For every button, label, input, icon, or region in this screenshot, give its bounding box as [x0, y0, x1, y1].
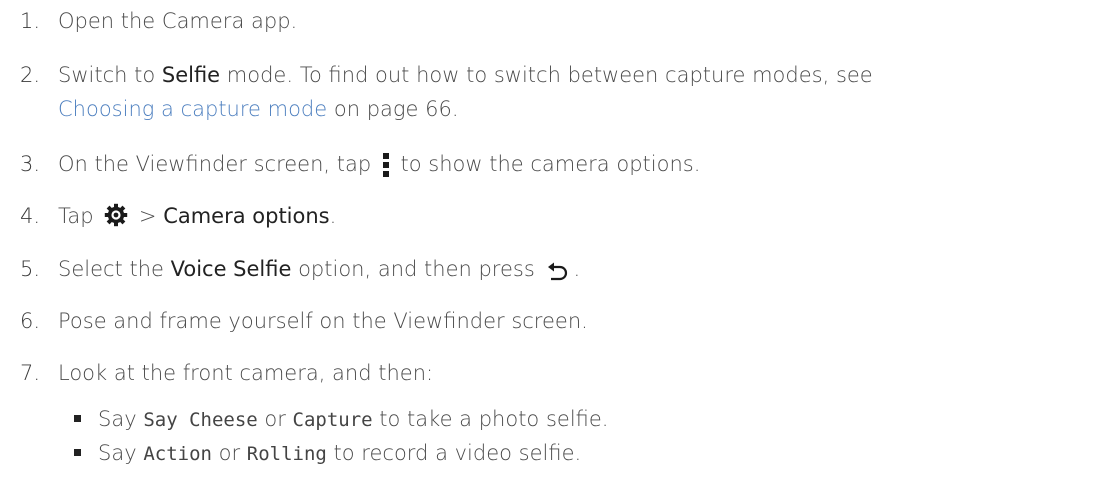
step-number: 7.	[20, 361, 41, 385]
voice-command: Action	[143, 443, 212, 465]
step-4: 4. Tap > Camera options.	[20, 199, 336, 233]
step-text: option, and then press	[291, 257, 542, 281]
step-text: Open the Camera app.	[58, 9, 298, 33]
step-number: 5.	[20, 257, 41, 281]
bullet-text: Say	[98, 441, 144, 465]
step-text: .	[573, 257, 581, 281]
step-7: 7. Look at the front camera, and then:	[20, 356, 433, 390]
bullet-text: Say	[98, 407, 144, 431]
step-number: 3.	[20, 152, 41, 176]
bullet-text: to take a photo selfie.	[372, 407, 609, 431]
step-text: on page 66.	[327, 97, 459, 121]
bullet-marker	[74, 415, 81, 422]
voice-command: Rolling	[246, 443, 327, 465]
back-icon	[547, 258, 569, 281]
voice-selfie-label: Voice Selfie	[170, 257, 292, 281]
step-number: 2.	[20, 63, 41, 87]
bullet-marker	[74, 449, 81, 456]
step-text: Select the	[58, 257, 171, 281]
settings-gear-icon	[104, 203, 128, 227]
step-text: Look at the front camera, and then:	[58, 361, 434, 385]
step-1: 1. Open the Camera app.	[20, 4, 297, 38]
choosing-capture-mode-link[interactable]: Choosing a capture mode	[58, 97, 327, 121]
step-text: Switch to	[58, 63, 162, 87]
more-options-icon	[382, 153, 390, 177]
step-number: 6.	[20, 309, 41, 333]
step-text: Pose and frame yourself on the Viewfinde…	[58, 309, 588, 333]
step-2: 2. Switch to Selfie mode. To find out how…	[20, 58, 873, 92]
step-2-continued: Choosing a capture mode on page 66.	[20, 92, 459, 126]
bullet-text: or	[257, 407, 293, 431]
step-number: 4.	[20, 204, 41, 228]
selfie-mode-label: Selfie	[161, 63, 221, 87]
step-text: >	[132, 204, 164, 228]
bullet-text: or	[211, 441, 247, 465]
step-text: mode. To find out how to switch between …	[220, 63, 873, 87]
voice-command: Capture	[292, 409, 373, 431]
step-5: 5. Select the Voice Selfie option, and th…	[20, 252, 580, 286]
step-text: .	[329, 204, 337, 228]
voice-command: Say Cheese	[143, 409, 258, 431]
step-6: 6. Pose and frame yourself on the Viewfin…	[20, 304, 588, 338]
step-text: On the Viewfinder screen, tap	[58, 152, 378, 176]
bullet-photo-selfie: Say Say Cheese or Capture to take a phot…	[74, 404, 608, 435]
bullet-video-selfie: Say Action or Rolling to record a video …	[74, 438, 581, 469]
step-3: 3. On the Viewfinder screen, tap to show …	[20, 147, 700, 181]
step-number: 1.	[20, 9, 41, 33]
bullet-text: to record a video selfie.	[326, 441, 582, 465]
step-text: to show the camera options.	[393, 152, 701, 176]
step-text: Tap	[58, 204, 101, 228]
camera-options-label: Camera options	[163, 204, 330, 228]
